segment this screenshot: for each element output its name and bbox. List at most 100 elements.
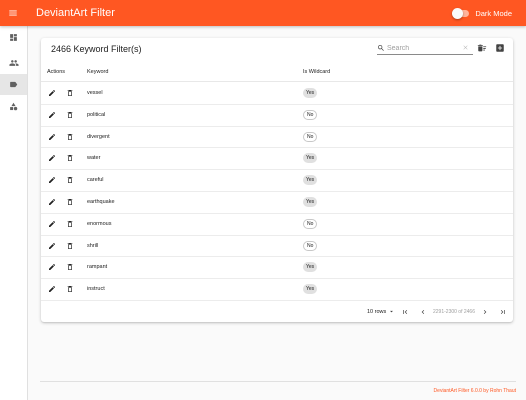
delete-button[interactable] xyxy=(65,132,75,142)
keyword-cell: rampant xyxy=(87,264,108,271)
sidebar xyxy=(0,26,28,400)
edit-button[interactable] xyxy=(47,153,57,163)
edit-icon xyxy=(48,237,56,255)
edit-button[interactable] xyxy=(47,241,57,251)
wildcard-chip: Yes xyxy=(303,153,318,164)
add-filter-button[interactable] xyxy=(493,41,507,55)
page-footer: DeviantArt Filter 6.0.0 by Rohn Thaut xyxy=(40,381,516,394)
delete-button[interactable] xyxy=(65,175,75,185)
sidebar-item-dashboard[interactable] xyxy=(0,27,27,48)
table-row: divergent No xyxy=(41,127,513,149)
chevron-left-icon xyxy=(421,310,425,314)
dropdown-arrow-icon xyxy=(390,310,394,313)
wildcard-chip: No xyxy=(303,240,318,251)
delete-button[interactable] xyxy=(65,153,75,163)
wildcard-chip: Yes xyxy=(303,88,318,98)
rows-per-page-select[interactable]: 10 rows xyxy=(367,308,395,315)
previous-page-button[interactable] xyxy=(418,307,428,317)
wildcard-chip: No xyxy=(303,131,318,142)
table-row: shrill No xyxy=(41,236,513,258)
search-input[interactable] xyxy=(387,44,453,52)
first-page-icon xyxy=(403,310,408,314)
edit-icon xyxy=(48,84,56,102)
edit-button[interactable] xyxy=(47,110,57,120)
keyword-cell: instruct xyxy=(87,286,105,293)
wildcard-chip: No xyxy=(303,109,318,120)
label-icon xyxy=(10,81,18,88)
keyword-cell: water xyxy=(87,155,101,162)
delete-icon xyxy=(66,106,74,124)
delete-button[interactable] xyxy=(65,284,75,294)
delete-button[interactable] xyxy=(65,110,75,120)
edit-button[interactable] xyxy=(47,197,57,207)
edit-icon xyxy=(48,215,56,233)
edit-button[interactable] xyxy=(47,88,57,98)
search-icon xyxy=(378,45,384,51)
page-range: 2291-2300 of 2466 xyxy=(433,309,475,315)
keyword-filters-card: 2466 Keyword Filter(s) Actions Keyword I… xyxy=(41,38,513,322)
keyword-cell: political xyxy=(87,111,106,118)
wildcard-chip: Yes xyxy=(303,175,318,186)
edit-button[interactable] xyxy=(47,132,57,142)
keyword-cell: vessel xyxy=(87,90,103,96)
keyword-cell: earthquake xyxy=(87,198,115,205)
table-row: water Yes xyxy=(41,148,513,171)
table-header: Actions Keyword Is Wildcard xyxy=(41,62,513,82)
footer-credit[interactable]: DeviantArt Filter 6.0.0 by Rohn Thaut xyxy=(434,388,516,394)
keyword-cell: divergent xyxy=(87,133,110,140)
dark-mode-toggle[interactable]: Dark Mode xyxy=(452,0,512,26)
delete-button[interactable] xyxy=(65,219,75,229)
clear-icon[interactable] xyxy=(462,44,469,51)
edit-button[interactable] xyxy=(47,284,57,294)
menu-button[interactable] xyxy=(0,0,26,26)
wildcard-chip: Yes xyxy=(303,262,318,273)
table-row: instruct Yes xyxy=(41,279,513,301)
column-wildcard[interactable]: Is Wildcard xyxy=(303,69,330,75)
edit-button[interactable] xyxy=(47,175,57,185)
first-page-button[interactable] xyxy=(400,307,410,317)
delete-button[interactable] xyxy=(65,262,75,272)
next-page-button[interactable] xyxy=(480,307,490,317)
edit-icon xyxy=(48,171,56,189)
edit-icon xyxy=(48,193,56,211)
search-field[interactable] xyxy=(377,42,473,55)
column-keyword[interactable]: Keyword xyxy=(87,69,108,75)
column-actions: Actions xyxy=(47,69,66,75)
edit-icon xyxy=(48,258,56,276)
chevron-right-icon xyxy=(483,310,487,314)
delete-icon xyxy=(66,149,74,167)
switch-knob xyxy=(452,7,464,19)
delete-button[interactable] xyxy=(65,197,75,207)
delete-icon xyxy=(66,215,74,233)
wildcard-chip: No xyxy=(303,218,318,229)
app-bar: DeviantArt Filter Dark Mode xyxy=(0,0,526,26)
edit-icon xyxy=(48,149,56,167)
bulk-delete-button[interactable] xyxy=(475,41,489,55)
pagination: 10 rows 2291-2300 of 2466 xyxy=(41,304,513,320)
sidebar-item-categories[interactable] xyxy=(0,96,27,117)
delete-icon xyxy=(66,258,74,276)
delete-icon xyxy=(66,237,74,255)
delete-icon xyxy=(66,193,74,211)
edit-button[interactable] xyxy=(47,219,57,229)
app-title: DeviantArt Filter xyxy=(36,7,115,19)
edit-icon xyxy=(48,106,56,124)
table-row: rampant Yes xyxy=(41,257,513,280)
last-page-button[interactable] xyxy=(498,307,508,317)
dashboard-icon xyxy=(10,34,17,41)
delete-icon xyxy=(66,280,74,298)
sidebar-item-keywords[interactable] xyxy=(0,74,27,95)
table-body: vessel Yes political No divergent No water Yes c… xyxy=(41,83,513,301)
dark-mode-switch[interactable] xyxy=(452,7,470,19)
delete-button[interactable] xyxy=(65,241,75,251)
edit-button[interactable] xyxy=(47,262,57,272)
category-icon xyxy=(10,102,18,111)
dark-mode-label: Dark Mode xyxy=(475,8,512,18)
edit-icon xyxy=(48,128,56,146)
table-row: earthquake Yes xyxy=(41,192,513,214)
sidebar-item-users[interactable] xyxy=(0,52,27,73)
keyword-cell: careful xyxy=(87,177,104,184)
rows-per-page-value: 10 rows xyxy=(367,308,387,315)
delete-icon xyxy=(66,84,74,102)
delete-button[interactable] xyxy=(65,88,75,98)
